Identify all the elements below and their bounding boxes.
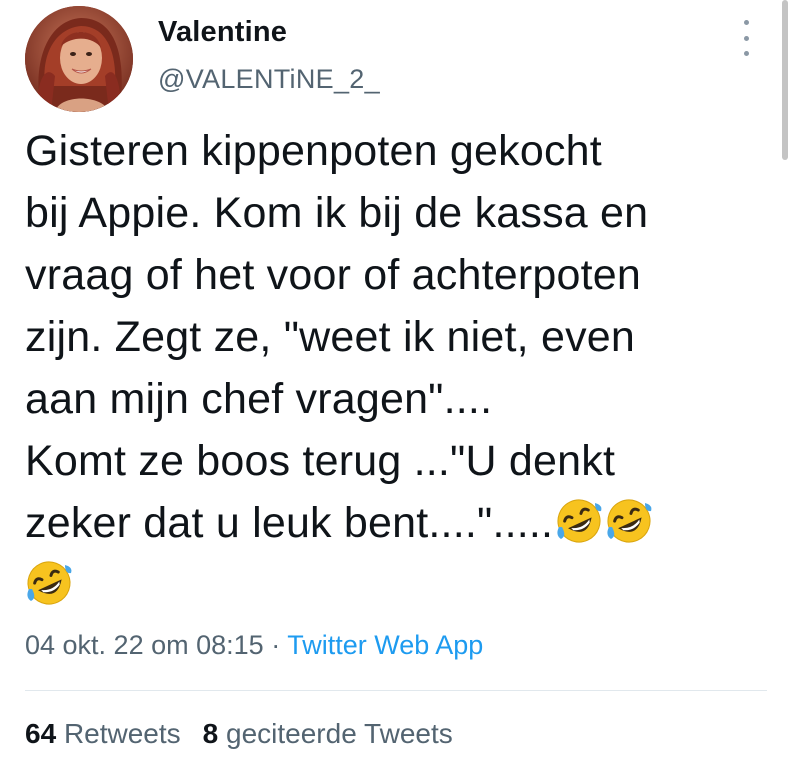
avatar[interactable] <box>25 6 133 112</box>
retweets-label: Retweets <box>63 718 181 749</box>
tweet-line: zijn. Zegt ze, "weet ik niet, even <box>25 313 636 361</box>
retweets-count: 64 <box>25 718 57 749</box>
tweet-stats: 64 Retweets 8 geciteerde Tweets <box>25 718 475 750</box>
divider <box>25 690 767 691</box>
tweet-line: Gisteren kippenpoten gekocht <box>25 127 602 175</box>
dot-icon <box>743 51 749 56</box>
more-options-icon[interactable] <box>736 20 756 56</box>
quotes-count: 8 <box>202 718 219 749</box>
tweet-timestamp[interactable]: 04 okt. 22 om 08:15 <box>25 630 264 660</box>
quotes-stat[interactable]: 8 geciteerde Tweets <box>203 718 453 749</box>
tweet-text: Gisteren kippenpoten gekocht bij Appie. … <box>25 120 775 616</box>
tweet-line-emoji <box>25 554 775 616</box>
meta-separator: · <box>271 630 281 660</box>
tweet-detail: Valentine @VALENTiNE_2_ Gisteren kippenp… <box>0 0 790 779</box>
dot-icon <box>743 20 749 25</box>
dot-icon <box>743 35 749 41</box>
author-handle[interactable]: @VALENTiNE_2_ <box>158 64 380 95</box>
author-name[interactable]: Valentine <box>158 16 287 49</box>
rolling-on-the-floor-laughing-icon <box>27 561 72 605</box>
tweet-line-with-emoji: zeker dat u leuk bent...."..... <box>25 492 775 554</box>
scrollbar[interactable] <box>782 0 788 160</box>
tweet-line: bij Appie. Kom ik bij de kassa en <box>25 189 649 237</box>
rolling-on-the-floor-laughing-icon <box>557 499 602 543</box>
tweet-line: aan mijn chef vragen".... <box>25 375 493 423</box>
retweets-stat[interactable]: 64 Retweets <box>25 718 181 749</box>
tweet-source-link[interactable]: Twitter Web App <box>287 630 483 660</box>
quotes-label: geciteerde Tweets <box>226 718 453 749</box>
tweet-line: vraag of het voor of achterpoten <box>25 251 641 299</box>
tweet-line: zeker dat u leuk bent...."..... <box>25 499 554 547</box>
rolling-on-the-floor-laughing-icon <box>607 499 652 543</box>
tweet-meta: 04 okt. 22 om 08:15 · Twitter Web App <box>25 630 483 661</box>
tweet-line: Komt ze boos terug ..."U denkt <box>25 437 616 485</box>
